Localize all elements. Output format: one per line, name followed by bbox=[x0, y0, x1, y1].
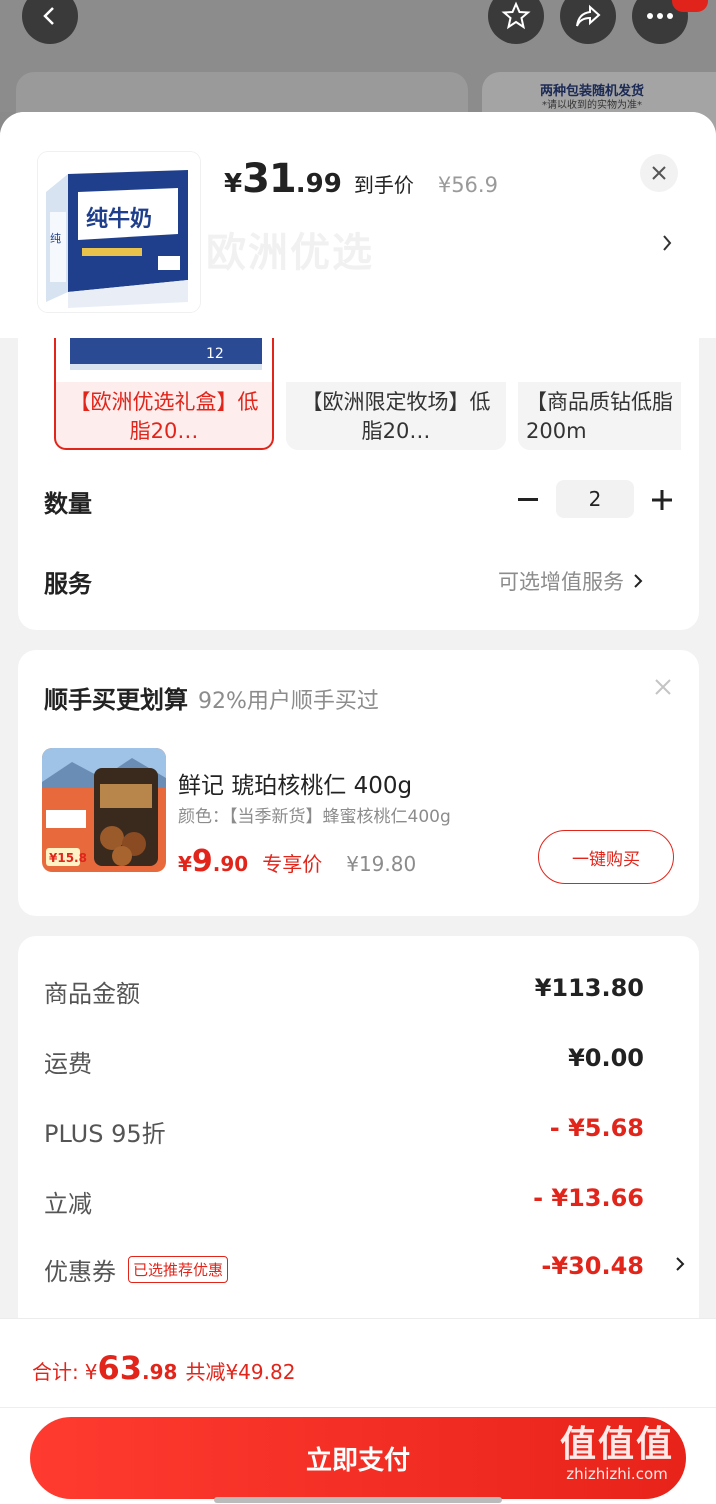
coupon-label-group: 优惠券 已选推荐优惠 bbox=[44, 1252, 229, 1287]
price-tag: 到手价 bbox=[353, 173, 414, 197]
svg-text:纯牛奶: 纯牛奶 bbox=[86, 206, 152, 232]
chevron-right-icon bbox=[676, 1257, 685, 1271]
chevron-right-icon bbox=[634, 574, 643, 588]
service-value: 可选增值服务 bbox=[498, 570, 624, 594]
addon-original-price: ¥19.80 bbox=[346, 852, 417, 876]
quantity-decrease-button[interactable] bbox=[514, 486, 542, 514]
back-button[interactable] bbox=[22, 0, 78, 44]
header-watermark: 欧洲优选 bbox=[206, 230, 374, 276]
divider bbox=[0, 1407, 716, 1408]
addon-product-name[interactable]: 鲜记 琥珀核桃仁 400g bbox=[178, 766, 412, 800]
variant-list: 12 【欧洲优选礼盒】低脂20… 【欧洲限定牧场】低脂20… 【商品质钻低脂20… bbox=[54, 338, 681, 450]
summary-value: -¥30.48 bbox=[541, 1252, 644, 1280]
summary-label: 商品金额 bbox=[44, 980, 140, 1008]
addon-price-tag: 专享价 bbox=[262, 852, 323, 876]
variant-option-1[interactable]: 12 【欧洲优选礼盒】低脂20… bbox=[54, 338, 274, 450]
summary-row-instant-discount: 立减 - ¥13.66 bbox=[44, 1180, 644, 1220]
minus-icon bbox=[518, 498, 538, 501]
variant-option-2[interactable]: 【欧洲限定牧场】低脂20… bbox=[286, 338, 506, 450]
variant-image bbox=[518, 338, 681, 382]
background-page: 两种包装随机发货 *请以收到的实物为准* bbox=[0, 0, 716, 132]
price-display: ¥ 31 .99 到手价 ¥56.9 bbox=[224, 156, 498, 202]
checkout-bar: 合计: ¥ 63 .98 共减¥49.82 立即支付 值值值 zhizhizhi… bbox=[0, 1318, 716, 1504]
variant-option-3[interactable]: 【商品质钻低脂200m bbox=[518, 338, 681, 450]
total-currency: ¥ bbox=[84, 1360, 98, 1384]
total-label: 合计: bbox=[32, 1360, 79, 1384]
variant-label: 【欧洲限定牧场】低脂20… bbox=[301, 390, 491, 443]
quantity-increase-button[interactable] bbox=[648, 486, 676, 514]
total-saved: 共减¥49.82 bbox=[185, 1360, 296, 1384]
price-currency: ¥ bbox=[224, 169, 243, 199]
price-summary-card: 商品金额 ¥113.80 运费 ¥0.00 PLUS 95折 - ¥5.68 立… bbox=[18, 936, 699, 1336]
summary-value: - ¥13.66 bbox=[533, 1184, 644, 1212]
back-arrow-icon bbox=[43, 7, 54, 25]
service-selector[interactable]: 可选增值服务 bbox=[498, 566, 644, 596]
purchase-sheet: 纯牛奶 纯 ¥ 31 .99 到手价 ¥56.9 欧洲优选 12 【欧洲优选礼盒… bbox=[0, 112, 716, 1504]
summary-row-plus-discount: PLUS 95折 - ¥5.68 bbox=[44, 1110, 644, 1150]
summary-label: 立减 bbox=[44, 1190, 92, 1218]
plus-icon bbox=[652, 490, 672, 510]
service-label: 服务 bbox=[44, 570, 92, 598]
coupon-tag: 已选推荐优惠 bbox=[128, 1256, 229, 1283]
watermark-url: zhizhizhi.com bbox=[566, 1465, 668, 1483]
banner-subtitle: *请以收到的实物为准* bbox=[542, 100, 642, 111]
price-integer: 31 bbox=[242, 156, 297, 202]
one-click-buy-button[interactable]: 一键购买 bbox=[538, 830, 674, 884]
site-watermark: 值值值 zhizhizhi.com bbox=[560, 1415, 674, 1483]
home-indicator bbox=[214, 1497, 502, 1503]
total-decimal: .98 bbox=[142, 1360, 178, 1384]
summary-row-shipping: 运费 ¥0.00 bbox=[44, 1040, 644, 1080]
sheet-header: 纯牛奶 纯 ¥ 31 .99 到手价 ¥56.9 欧洲优选 bbox=[0, 112, 716, 338]
options-card: 12 【欧洲优选礼盒】低脂20… 【欧洲限定牧场】低脂20… 【商品质钻低脂20… bbox=[18, 338, 699, 630]
summary-value: ¥113.80 bbox=[534, 974, 644, 1002]
addon-price: ¥ 9 .90 专享价 ¥19.80 bbox=[178, 844, 416, 879]
addon-header: 顺手买更划算 92%用户顺手买过 bbox=[44, 680, 379, 715]
svg-text:纯: 纯 bbox=[50, 232, 61, 245]
addon-card: 顺手买更划算 92%用户顺手买过 ¥15.8 鲜记 琥珀核桃仁 400g 颜色：… bbox=[18, 650, 699, 916]
summary-row-coupon[interactable]: 优惠券 已选推荐优惠 -¥30.48 bbox=[44, 1248, 644, 1288]
variant-label: 【欧洲优选礼盒】低脂20… bbox=[69, 390, 259, 443]
share-button[interactable] bbox=[560, 0, 616, 44]
variant-image bbox=[286, 338, 506, 382]
summary-label: 运费 bbox=[44, 1050, 92, 1078]
quantity-label: 数量 bbox=[44, 490, 92, 518]
milk-box-image: 纯牛奶 纯 bbox=[38, 152, 200, 312]
notification-badge bbox=[672, 0, 708, 12]
summary-label: 优惠券 bbox=[44, 1258, 116, 1286]
addon-price-currency: ¥ bbox=[178, 852, 192, 876]
addon-price-decimal: .90 bbox=[212, 852, 249, 876]
addon-price-integer: 9 bbox=[191, 844, 213, 879]
summary-row-subtotal: 商品金额 ¥113.80 bbox=[44, 970, 644, 1010]
close-icon bbox=[655, 679, 671, 695]
coupon-chevron[interactable] bbox=[674, 1254, 686, 1278]
original-price: ¥56.9 bbox=[437, 173, 498, 197]
close-button[interactable] bbox=[640, 154, 678, 192]
share-icon bbox=[576, 4, 601, 27]
close-icon bbox=[652, 166, 666, 180]
addon-close-button[interactable] bbox=[654, 678, 672, 700]
more-dots-icon bbox=[647, 13, 673, 19]
quantity-input[interactable]: 2 bbox=[556, 480, 634, 518]
total-display: 合计: ¥ 63 .98 共减¥49.82 bbox=[32, 1349, 295, 1387]
star-icon bbox=[501, 1, 531, 30]
total-integer: 63 bbox=[97, 1349, 143, 1387]
favorite-button[interactable] bbox=[488, 0, 544, 44]
summary-value: ¥0.00 bbox=[568, 1044, 644, 1072]
svg-text:12: 12 bbox=[206, 346, 224, 362]
chevron-right-icon bbox=[663, 235, 672, 251]
addon-product-spec: 颜色：【当季新货】蜂蜜核桃仁400g bbox=[178, 807, 451, 827]
summary-value: - ¥5.68 bbox=[549, 1114, 644, 1142]
addon-title: 顺手买更划算 bbox=[44, 686, 188, 714]
header-chevron-button[interactable] bbox=[660, 232, 674, 258]
variant-image: 12 bbox=[56, 338, 272, 382]
image-badge-price: ¥15.8 bbox=[49, 851, 87, 865]
price-decimal: .99 bbox=[295, 169, 342, 199]
variant-label: 【商品质钻低脂200m bbox=[526, 390, 673, 443]
addon-subtitle: 92%用户顺手买过 bbox=[198, 689, 379, 714]
summary-label: PLUS 95折 bbox=[44, 1120, 166, 1148]
addon-product-image[interactable]: ¥15.8 bbox=[42, 748, 166, 872]
watermark-logo: 值值值 bbox=[560, 1424, 675, 1465]
walnut-jar-image: ¥15.8 bbox=[42, 748, 166, 872]
product-thumbnail[interactable]: 纯牛奶 纯 bbox=[38, 152, 200, 312]
